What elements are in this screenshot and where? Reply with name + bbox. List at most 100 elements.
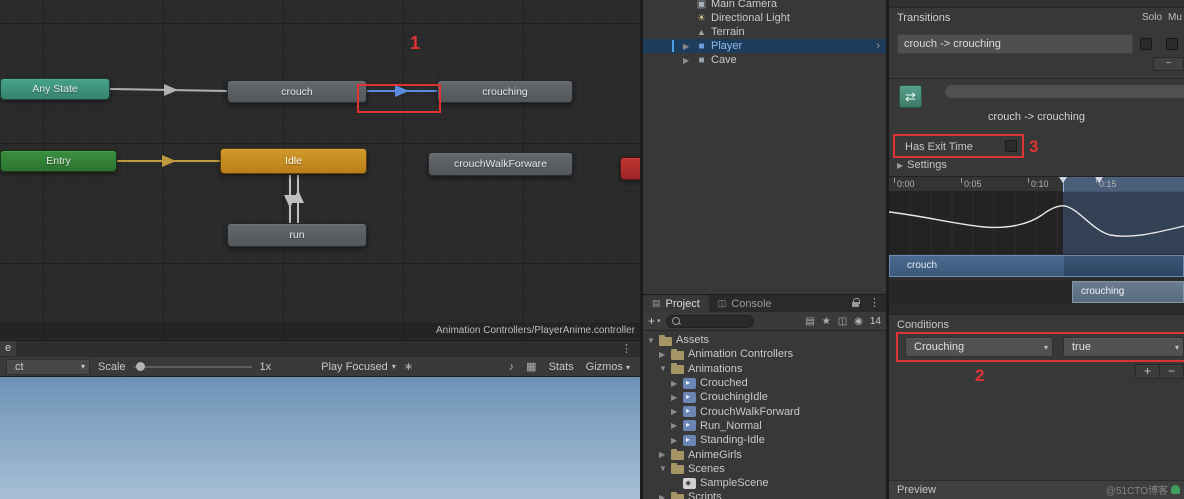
project-tree-item[interactable]: ▶ Run_Normal — [643, 419, 886, 433]
state-crouching[interactable]: crouching — [437, 80, 573, 103]
state-clipped-red[interactable] — [620, 157, 640, 180]
tick-label: 0:10 — [1031, 179, 1049, 189]
project-tree-item[interactable]: ▶ Animation Controllers — [643, 347, 886, 361]
hierar​chy-item[interactable]: ▶ Cave — [643, 53, 886, 67]
mute-audio-icon[interactable]: ♪ — [509, 361, 515, 373]
project-panel-menu-icon[interactable]: ⋮ — [869, 296, 880, 309]
add-condition-button[interactable]: + — [1136, 365, 1160, 378]
foldout-arrow-icon[interactable]: ▶ — [683, 56, 695, 65]
saved-search-icon[interactable]: ◫ — [838, 316, 847, 327]
foldout-arrow-icon[interactable]: ▶ — [659, 350, 671, 359]
settings-foldout[interactable]: ▶ Settings — [897, 159, 947, 171]
project-tree-item[interactable]: ▶ AnimeGirls — [643, 447, 886, 461]
transition-icon — [899, 85, 922, 108]
aspect-ratio-dropdown[interactable]: ct ▾ — [6, 358, 90, 375]
hierar​chy-item[interactable]: Terrain — [643, 25, 886, 39]
state-crouch[interactable]: crouch — [227, 80, 367, 103]
transition-timeline: 0:00 0:05 0:10 0:15 crouch crouching — [889, 176, 1184, 314]
project-tree-item[interactable]: ▼ Animations — [643, 362, 886, 376]
foldout-arrow-icon[interactable]: ▶ — [659, 493, 671, 499]
game-tab[interactable]: e — [0, 341, 16, 356]
timeline-ruler[interactable]: 0:00 0:05 0:10 0:15 — [889, 177, 1184, 192]
state-crouchwalkforware[interactable]: crouchWalkForware — [428, 152, 573, 176]
foldout-arrow-icon[interactable]: ▶ — [671, 436, 683, 445]
game-viewport[interactable] — [0, 377, 640, 499]
has-exit-time-checkbox[interactable] — [1005, 140, 1017, 152]
asset-name: Scenes — [688, 462, 725, 475]
project-tree-item[interactable]: ▶ CrouchWalkForward — [643, 404, 886, 418]
project-tree-item[interactable]: SampleScene — [643, 476, 886, 490]
project-tree-item[interactable]: ▶ Crouched — [643, 376, 886, 390]
search-by-label-icon[interactable]: ★ — [822, 316, 831, 327]
foldout-arrow-icon[interactable]: ▶ — [683, 42, 695, 51]
project-tree-item[interactable]: ▼ Scenes — [643, 462, 886, 476]
tab-console[interactable]: ◫ Console — [709, 295, 781, 312]
hierar​chy-item[interactable]: Directional Light — [643, 11, 886, 25]
remove-condition-button[interactable]: − — [1160, 365, 1183, 378]
panel-divider[interactable] — [886, 0, 889, 499]
mute-checkbox[interactable] — [1166, 38, 1178, 50]
project-tree-item[interactable]: ▼ Assets — [643, 333, 886, 347]
transition-crouch-to-crouching-selected[interactable] — [367, 85, 437, 97]
gizmos-dropdown[interactable]: Gizmos ▾ — [586, 361, 630, 373]
play-focused-dropdown[interactable]: Play Focused ▾ — [321, 361, 396, 373]
remove-transition-button[interactable]: − — [1153, 57, 1184, 71]
slider-thumb[interactable] — [135, 361, 145, 371]
destination-state-row: crouching — [889, 281, 1184, 303]
transition-list-item[interactable]: crouch -> crouching — [897, 34, 1133, 54]
add-asset-button[interactable]: + ▾ — [648, 314, 661, 328]
asset-icon — [683, 434, 696, 446]
destination-state-bar[interactable]: crouching — [1072, 281, 1184, 303]
state-entry[interactable]: Entry — [0, 150, 117, 172]
state-idle[interactable]: Idle — [220, 148, 367, 174]
foldout-arrow-icon[interactable]: ▶ — [671, 393, 683, 402]
hierar​chy-item[interactable]: ▶ Player › — [643, 39, 886, 53]
lock-icon[interactable] — [852, 297, 860, 308]
foldout-arrow-icon[interactable]: ▶ — [659, 450, 671, 459]
foldout-arrow-icon[interactable]: ▶ — [671, 421, 683, 430]
visibility-eye-icon[interactable]: ◉ — [854, 316, 863, 327]
project-tab-bar: ▤ Project ◫ Console ⋮ — [643, 294, 886, 312]
foldout-arrow-icon[interactable]: ▶ — [671, 379, 683, 388]
project-tree-item[interactable]: ▶ Scripts — [643, 490, 886, 499]
hierar​chy-item[interactable]: Main Camera — [643, 0, 886, 11]
transition-end-handle[interactable] — [1095, 177, 1103, 183]
asset-name: CrouchingIdle — [700, 391, 768, 404]
stats-grid-icon[interactable]: ▦ — [526, 360, 536, 373]
asset-icon — [671, 363, 684, 375]
timeline-ticks: 0:00 0:05 0:10 0:15 — [889, 177, 1184, 191]
transition-entry-to-idle[interactable] — [117, 155, 220, 167]
foldout-arrow-icon[interactable]: ▼ — [659, 464, 671, 473]
project-tree-item[interactable]: ▶ Standing-Idle — [643, 433, 886, 447]
transition-anystate-to-crouch[interactable] — [109, 84, 228, 96]
search-by-type-icon[interactable]: ▤ — [805, 316, 814, 327]
source-state-bar[interactable]: crouch — [889, 255, 1184, 277]
condition-parameter-value: Crouching — [914, 341, 965, 353]
state-run[interactable]: run — [227, 223, 367, 247]
condition-parameter-dropdown[interactable]: Crouching ▾ — [905, 337, 1053, 357]
tab-project[interactable]: ▤ Project — [643, 295, 709, 312]
transition-start-handle[interactable] — [1059, 177, 1067, 183]
settings-label: Settings — [907, 159, 947, 171]
capture-burst-icon[interactable]: ∗ — [404, 360, 413, 373]
condition-value-dropdown[interactable]: true ▾ — [1063, 337, 1184, 357]
console-tab-icon: ◫ — [717, 298, 727, 308]
game-tab-strip: e ⋮ — [0, 340, 640, 356]
animator-graph-panel[interactable]: Any State crouch crouching Entry Idle cr… — [0, 0, 640, 340]
foldout-arrow-icon[interactable]: ▼ — [647, 336, 659, 345]
project-tree-item[interactable]: ▶ CrouchingIdle — [643, 390, 886, 404]
scale-slider[interactable] — [133, 359, 252, 375]
asset-icon — [671, 449, 684, 461]
panel-divider[interactable] — [640, 0, 643, 499]
foldout-arrow-icon[interactable]: ▼ — [659, 364, 671, 373]
asset-icon — [659, 334, 672, 346]
stats-button[interactable]: Stats — [549, 361, 574, 373]
state-any-state[interactable]: Any State — [0, 78, 110, 100]
solo-checkbox[interactable] — [1140, 38, 1152, 50]
project-search-input[interactable] — [665, 314, 754, 328]
game-panel-menu-icon[interactable]: ⋮ — [621, 342, 632, 355]
asset-name: Crouched — [700, 377, 748, 390]
prefab-open-chevron-icon[interactable]: › — [876, 40, 880, 52]
gizmos-label: Gizmos — [585, 360, 623, 373]
foldout-arrow-icon[interactable]: ▶ — [671, 407, 683, 416]
